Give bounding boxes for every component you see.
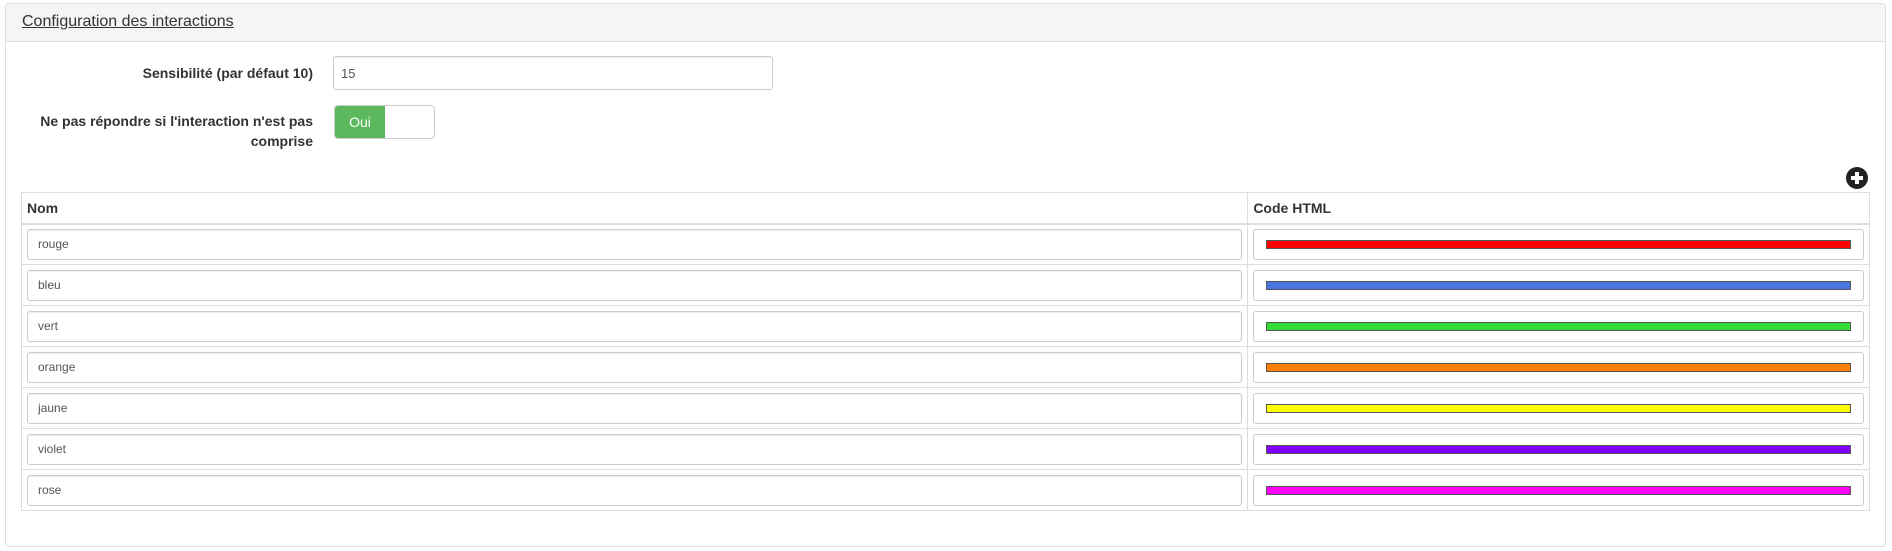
color-picker[interactable] bbox=[1253, 392, 1864, 424]
code-cell bbox=[1247, 428, 1870, 470]
color-name-input[interactable] bbox=[27, 351, 1243, 383]
sensitivity-label: Sensibilité (par défaut 10) bbox=[142, 65, 313, 81]
color-name-input[interactable] bbox=[27, 228, 1243, 260]
name-cell bbox=[20, 387, 1249, 429]
colors-table: Nom Code HTML bbox=[20, 192, 1870, 511]
sensitivity-input[interactable] bbox=[333, 56, 773, 90]
table-row bbox=[20, 428, 1870, 470]
color-picker[interactable] bbox=[1253, 269, 1864, 301]
toggle-on-label: Oui bbox=[335, 106, 385, 138]
color-picker[interactable] bbox=[1253, 351, 1864, 383]
panel-title[interactable]: Configuration des interactions bbox=[22, 13, 234, 30]
table-header-row: Nom Code HTML bbox=[20, 192, 1870, 225]
table-row bbox=[20, 387, 1870, 429]
no-answer-toggle[interactable]: Oui bbox=[334, 105, 435, 139]
table-row bbox=[20, 223, 1870, 265]
color-swatch bbox=[1266, 485, 1851, 495]
color-swatch bbox=[1266, 280, 1851, 290]
code-cell bbox=[1247, 346, 1870, 388]
table-row bbox=[20, 305, 1870, 347]
table-row bbox=[20, 346, 1870, 388]
code-cell bbox=[1247, 264, 1870, 306]
name-cell bbox=[20, 469, 1249, 511]
code-cell bbox=[1247, 469, 1870, 511]
color-picker[interactable] bbox=[1253, 433, 1864, 465]
color-swatch bbox=[1266, 362, 1851, 372]
name-cell bbox=[20, 264, 1249, 306]
color-swatch bbox=[1266, 444, 1851, 454]
no-answer-label: Ne pas répondre si l'interaction n'est p… bbox=[13, 111, 313, 151]
no-answer-label-line1: Ne pas répondre si l'interaction n'est p… bbox=[40, 113, 313, 129]
color-name-input[interactable] bbox=[27, 392, 1243, 424]
color-picker[interactable] bbox=[1253, 474, 1864, 506]
color-swatch bbox=[1266, 239, 1851, 249]
color-picker[interactable] bbox=[1253, 228, 1864, 260]
table-row bbox=[20, 264, 1870, 306]
toggle-handle bbox=[385, 106, 434, 138]
no-answer-label-line2: comprise bbox=[250, 133, 313, 149]
table-row bbox=[20, 469, 1870, 511]
code-cell bbox=[1247, 305, 1870, 347]
name-cell bbox=[20, 346, 1249, 388]
color-name-input[interactable] bbox=[27, 310, 1243, 342]
name-cell bbox=[20, 223, 1249, 265]
name-cell bbox=[20, 428, 1249, 470]
color-swatch bbox=[1266, 403, 1851, 413]
code-cell bbox=[1247, 223, 1870, 265]
code-cell bbox=[1247, 387, 1870, 429]
column-header-code: Code HTML bbox=[1247, 192, 1870, 225]
column-header-name: Nom bbox=[20, 192, 1249, 225]
panel-heading: Configuration des interactions bbox=[6, 4, 1885, 42]
color-picker[interactable] bbox=[1253, 310, 1864, 342]
plus-circle-icon[interactable] bbox=[1846, 167, 1868, 189]
color-name-input[interactable] bbox=[27, 269, 1243, 301]
color-name-input[interactable] bbox=[27, 433, 1243, 465]
color-name-input[interactable] bbox=[27, 474, 1243, 506]
color-swatch bbox=[1266, 321, 1851, 331]
name-cell bbox=[20, 305, 1249, 347]
